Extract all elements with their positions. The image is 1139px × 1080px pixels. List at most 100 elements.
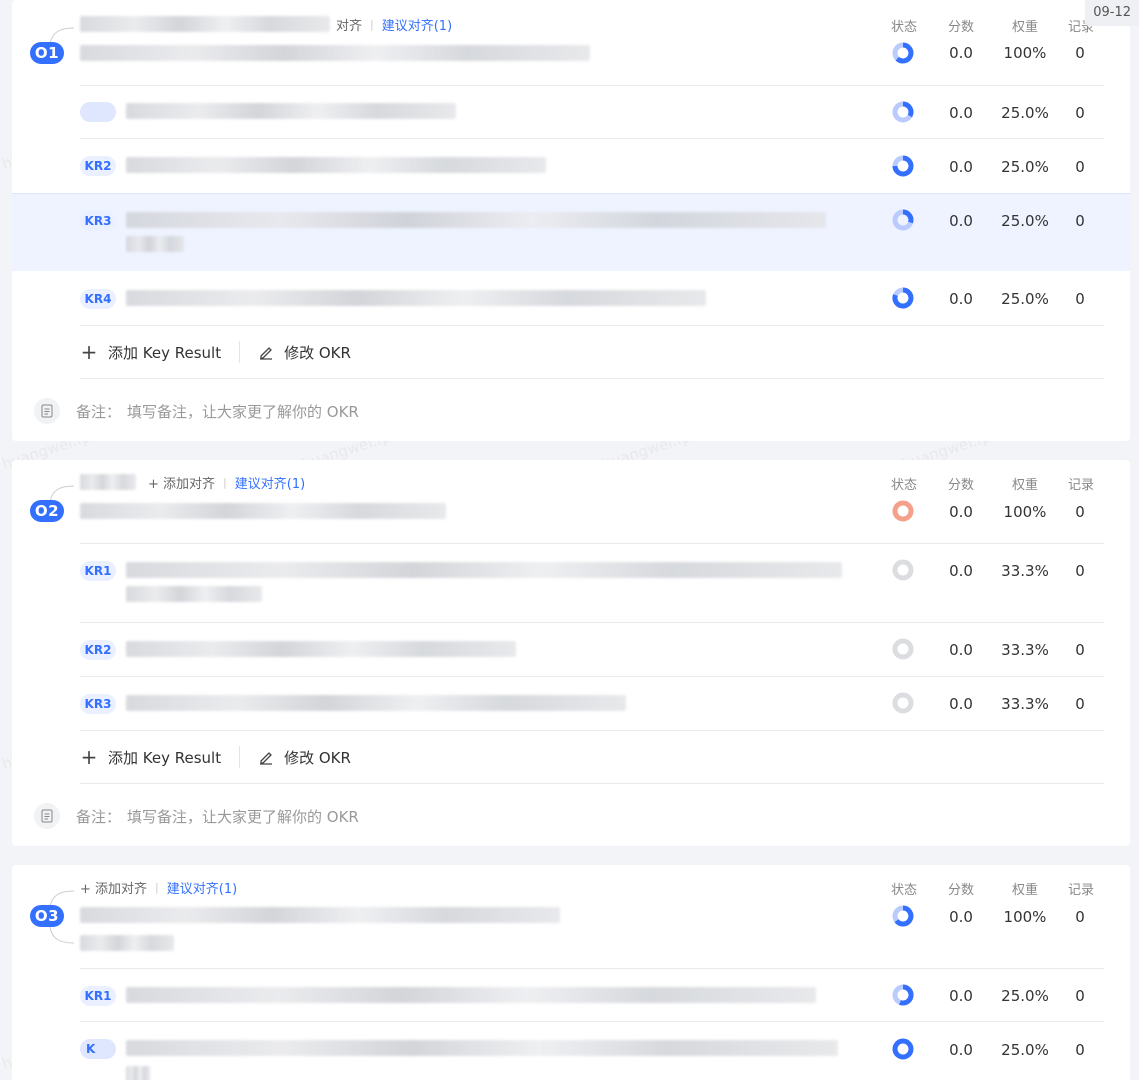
kr-records[interactable]: 0	[1066, 290, 1094, 308]
kr-records[interactable]: 0	[1066, 987, 1094, 1005]
redacted-text	[80, 16, 330, 32]
kr-row[interactable]: KR1 0.0 33.3% 0	[12, 544, 1130, 623]
status-risk-icon[interactable]	[892, 500, 914, 522]
kr-records[interactable]: 0	[1066, 641, 1094, 659]
kr-row[interactable]: KR3 0.0 33.3% 0	[12, 677, 1130, 731]
kr-text-redacted	[126, 157, 546, 173]
kr-text-redacted	[126, 586, 262, 602]
objective-records[interactable]: 0	[1066, 908, 1094, 926]
column-weight: 权重	[1011, 883, 1038, 898]
kr-text-redacted	[126, 1066, 150, 1080]
suggest-align-link[interactable]: 建议对齐(1)	[235, 473, 305, 492]
kr-row-highlighted[interactable]: KR3 0.0 25.0% 0	[12, 193, 1130, 271]
objective-weight[interactable]: 100%	[1000, 908, 1050, 926]
status-empty-icon[interactable]	[892, 559, 914, 581]
add-key-result-button[interactable]: + 添加 Key Result	[80, 745, 221, 769]
objective-records[interactable]: 0	[1066, 44, 1094, 62]
status-progress-icon[interactable]	[892, 209, 914, 231]
kr-records[interactable]: 0	[1066, 104, 1094, 122]
kr-score[interactable]: 0.0	[942, 158, 980, 176]
objective-score[interactable]: 0.0	[942, 503, 980, 521]
status-progress-icon[interactable]	[892, 42, 914, 64]
note-area[interactable]: 备注： 填写备注，让大家更了解你的 OKR	[34, 398, 359, 424]
kr-row[interactable]: KR2 0.0 25.0% 0	[12, 139, 1130, 193]
kr-text-redacted	[126, 103, 456, 119]
kr-score[interactable]: 0.0	[942, 562, 980, 580]
objective-title-redacted[interactable]	[80, 503, 446, 519]
note-placeholder[interactable]: 填写备注，让大家更了解你的 OKR	[127, 806, 359, 827]
kr-score[interactable]: 0.0	[942, 104, 980, 122]
action-bar: + 添加 Key Result 修改 OKR	[80, 340, 351, 364]
kr-weight[interactable]: 25.0%	[998, 158, 1052, 176]
status-progress-icon[interactable]	[892, 905, 914, 927]
kr-score[interactable]: 0.0	[942, 1041, 980, 1059]
kr-weight[interactable]: 25.0%	[998, 1041, 1052, 1059]
objective-records[interactable]: 0	[1066, 503, 1094, 521]
objective-title-redacted[interactable]	[80, 45, 590, 61]
kr-records[interactable]: 0	[1066, 158, 1094, 176]
kr-weight[interactable]: 25.0%	[998, 987, 1052, 1005]
kr-records[interactable]: 0	[1066, 1041, 1094, 1059]
add-key-result-label: 添加 Key Result	[108, 343, 222, 362]
objective-title-redacted[interactable]	[80, 907, 560, 923]
plus-icon: +	[80, 745, 98, 769]
kr-score[interactable]: 0.0	[942, 987, 980, 1005]
status-progress-icon[interactable]	[892, 287, 914, 309]
pencil-icon	[260, 347, 273, 360]
note-label: 备注：	[76, 807, 122, 826]
status-progress-icon[interactable]	[892, 984, 914, 1006]
status-empty-icon[interactable]	[892, 692, 914, 714]
kr-weight[interactable]: 33.3%	[998, 641, 1052, 659]
suggest-align-link[interactable]: 建议对齐(1)	[167, 878, 237, 897]
kr-score[interactable]: 0.0	[942, 212, 980, 230]
kr-tag: KR3	[80, 211, 116, 231]
divider	[239, 746, 241, 768]
add-key-result-button[interactable]: + 添加 Key Result	[80, 340, 221, 364]
kr-weight[interactable]: 25.0%	[998, 290, 1052, 308]
kr-row[interactable]: KR1 0.0 25.0% 0	[12, 969, 1130, 1022]
align-bar: 对齐 | 建议对齐(1)	[80, 14, 452, 34]
kr-score[interactable]: 0.0	[942, 290, 980, 308]
objective-weight[interactable]: 100%	[1000, 44, 1050, 62]
kr-row[interactable]: KR2 0.0 33.3% 0	[12, 623, 1130, 677]
add-align-button[interactable]: + 添加对齐	[148, 473, 215, 492]
align-partial-label[interactable]: 对齐	[336, 15, 362, 34]
objective-score[interactable]: 0.0	[942, 44, 980, 62]
kr-weight[interactable]: 25.0%	[998, 212, 1052, 230]
kr-records[interactable]: 0	[1066, 562, 1094, 580]
kr-row[interactable]: 0.0 25.0% 0	[12, 86, 1130, 139]
objective-title-redacted[interactable]	[80, 935, 174, 951]
note-area[interactable]: 备注： 填写备注，让大家更了解你的 OKR	[34, 803, 359, 829]
kr-weight[interactable]: 33.3%	[998, 562, 1052, 580]
status-progress-icon[interactable]	[892, 1038, 914, 1060]
note-placeholder[interactable]: 填写备注，让大家更了解你的 OKR	[127, 401, 359, 422]
suggest-align-link[interactable]: 建议对齐(1)	[382, 15, 452, 34]
kr-weight[interactable]: 25.0%	[998, 104, 1052, 122]
plus-icon: +	[80, 340, 98, 364]
kr-weight[interactable]: 33.3%	[998, 695, 1052, 713]
kr-text-redacted	[126, 987, 816, 1003]
column-records: 记录	[1067, 883, 1094, 898]
kr-row[interactable]: K 0.0 25.0% 0	[12, 1022, 1130, 1080]
column-status: 状态	[890, 20, 917, 35]
status-progress-icon[interactable]	[892, 155, 914, 177]
kr-tag: KR2	[80, 156, 116, 176]
kr-records[interactable]: 0	[1066, 695, 1094, 713]
divider	[80, 378, 1104, 379]
edit-okr-button[interactable]: 修改 OKR	[258, 342, 351, 363]
kr-score[interactable]: 0.0	[942, 695, 980, 713]
objective-badge: O3	[30, 905, 64, 927]
kr-records[interactable]: 0	[1066, 212, 1094, 230]
kr-row[interactable]: KR4 0.0 25.0% 0	[12, 271, 1130, 326]
objective-score[interactable]: 0.0	[942, 908, 980, 926]
align-bar: + 添加对齐 | 建议对齐(1)	[80, 877, 237, 897]
status-progress-icon[interactable]	[892, 101, 914, 123]
status-empty-icon[interactable]	[892, 638, 914, 660]
kr-tag: K	[80, 1039, 116, 1059]
edit-okr-button[interactable]: 修改 OKR	[258, 747, 351, 768]
objective-weight[interactable]: 100%	[1000, 503, 1050, 521]
add-align-button[interactable]: + 添加对齐	[80, 878, 147, 897]
kr-text-redacted	[126, 212, 826, 228]
kr-score[interactable]: 0.0	[942, 641, 980, 659]
kr-text-redacted	[126, 641, 516, 657]
